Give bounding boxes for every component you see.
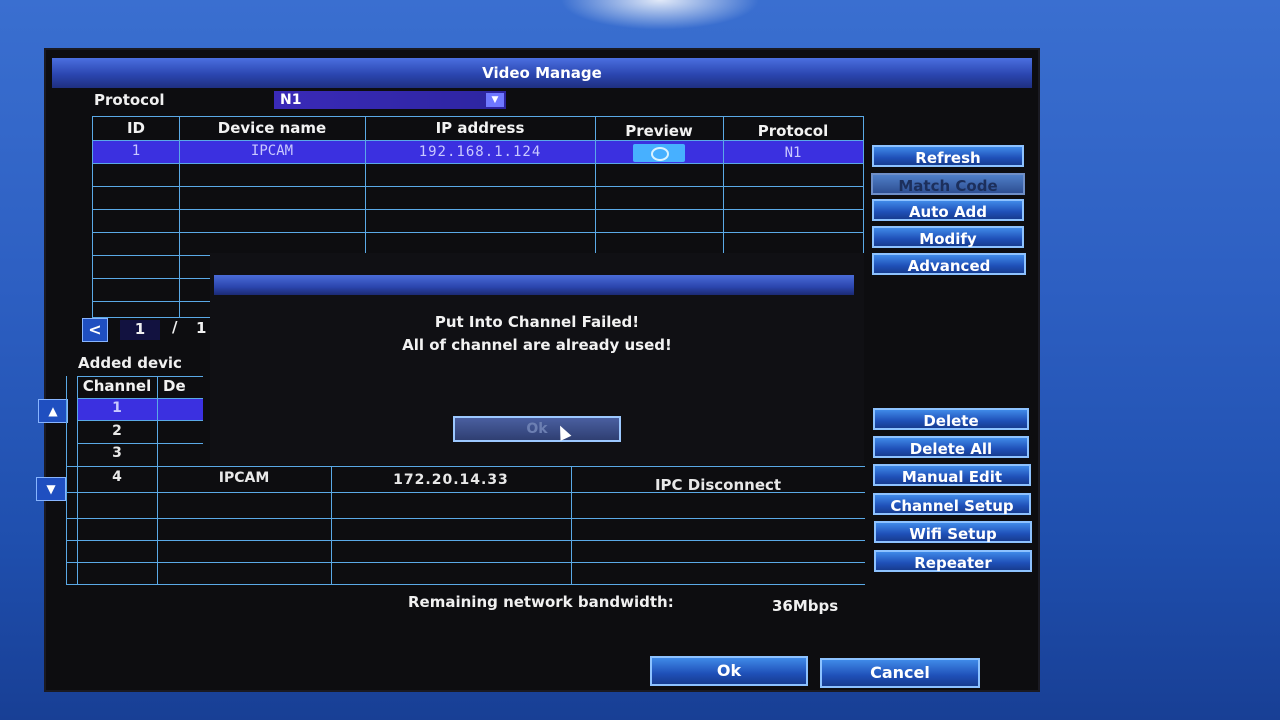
header-preview: Preview	[625, 122, 693, 140]
manual-edit-button[interactable]: Manual Edit	[873, 464, 1031, 486]
header-device-name: Device name	[217, 119, 327, 137]
cancel-button[interactable]: Cancel	[820, 658, 980, 688]
channel-4-device-name: IPCAM	[218, 470, 270, 486]
header-id: ID	[126, 119, 146, 137]
match-code-button[interactable]: Match Code	[871, 173, 1025, 195]
page-separator: /	[172, 318, 178, 336]
down-arrow-icon[interactable]: ▼	[36, 477, 66, 501]
dialog-ok-button[interactable]: Ok	[453, 416, 621, 442]
modify-button[interactable]: Modify	[872, 226, 1024, 248]
header-ip-address: IP address	[435, 119, 525, 137]
preview-icon[interactable]	[633, 144, 685, 162]
channel-setup-button[interactable]: Channel Setup	[873, 493, 1031, 515]
row-device-name: IPCAM	[250, 143, 294, 159]
protocol-label: Protocol	[94, 91, 165, 109]
dialog-message-line1: Put Into Channel Failed!	[434, 313, 640, 331]
channel-4-ip: 172.20.14.33	[393, 472, 509, 488]
header-protocol: Protocol	[757, 122, 829, 140]
window-title: Video Manage	[52, 58, 1032, 88]
protocol-value: N1	[280, 92, 302, 108]
bandwidth-label: Remaining network bandwidth:	[408, 593, 674, 611]
page-total: 1	[196, 319, 207, 337]
protocol-select[interactable]: N1 ▼	[274, 91, 506, 109]
channel-2: 2	[112, 423, 122, 439]
header-channel: Channel	[82, 377, 152, 395]
wifi-setup-button[interactable]: Wifi Setup	[874, 521, 1032, 543]
advanced-button[interactable]: Advanced	[872, 253, 1026, 275]
up-arrow-icon[interactable]: ▲	[38, 399, 68, 423]
auto-add-button[interactable]: Auto Add	[872, 199, 1024, 221]
channel-3: 3	[112, 445, 122, 461]
chevron-down-icon[interactable]: ▼	[486, 93, 504, 107]
header-device: De	[163, 377, 186, 395]
dialog-message-line2: All of channel are already used!	[402, 336, 672, 354]
delete-button[interactable]: Delete	[873, 408, 1029, 430]
channel-4: 4	[112, 469, 122, 485]
channel-1: 1	[112, 400, 122, 416]
screen-glare	[560, 0, 760, 30]
refresh-button[interactable]: Refresh	[872, 145, 1024, 167]
dialog-titlebar	[214, 275, 854, 295]
repeater-button[interactable]: Repeater	[874, 550, 1032, 572]
bandwidth-value: 36Mbps	[772, 597, 839, 615]
row-id: 1	[131, 143, 141, 159]
error-dialog: Put Into Channel Failed! All of channel …	[210, 253, 864, 465]
ok-button[interactable]: Ok	[650, 656, 808, 686]
added-devices-label: Added devic	[78, 354, 182, 372]
row-protocol: N1	[784, 145, 802, 161]
page-current[interactable]: 1	[120, 320, 160, 340]
channel-4-status: IPC Disconnect	[654, 476, 782, 494]
delete-all-button[interactable]: Delete All	[873, 436, 1029, 458]
chevron-left-icon[interactable]: <	[82, 318, 108, 342]
row-ip-address: 192.168.1.124	[418, 144, 542, 160]
